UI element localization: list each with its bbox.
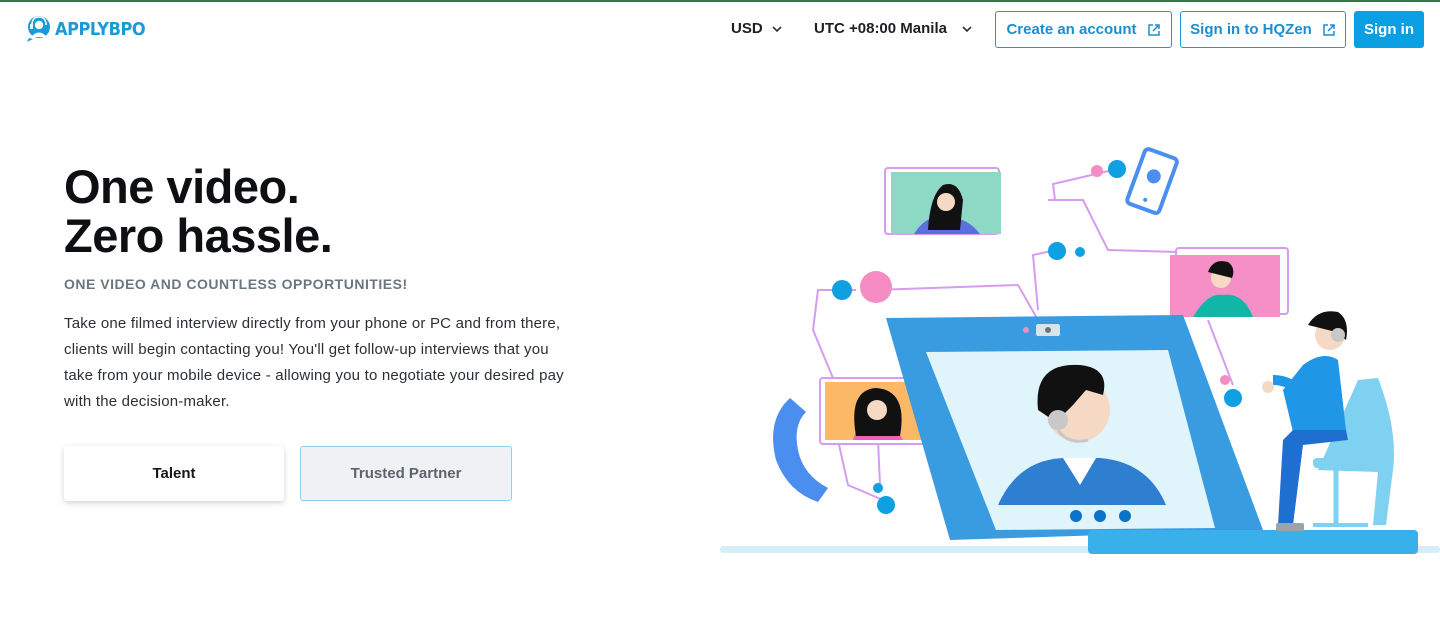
- create-account-label: Create an account: [1006, 21, 1137, 38]
- talent-tab[interactable]: Talent: [64, 446, 284, 501]
- hero-title-line-1: One video.: [64, 160, 300, 213]
- trusted-partner-tab[interactable]: Trusted Partner: [300, 446, 512, 501]
- external-link-icon: [1323, 23, 1335, 36]
- sign-in-hqzen-button[interactable]: Sign in to HQZen: [1180, 11, 1346, 48]
- hero-description: Take one filmed interview directly from …: [64, 315, 564, 410]
- chevron-down-icon: [772, 25, 782, 32]
- headset-person-logo-icon: [27, 16, 50, 42]
- timezone-selector[interactable]: UTC +08:00 Manila: [814, 20, 973, 37]
- applybpo-logo[interactable]: APPLYBPO: [26, 15, 155, 43]
- create-account-button[interactable]: Create an account: [995, 11, 1172, 48]
- external-link-icon: [1147, 23, 1160, 36]
- hero-title-line-2: Zero hassle.: [64, 209, 333, 262]
- sign-in-hqzen-label: Sign in to HQZen: [1190, 21, 1312, 38]
- currency-selector[interactable]: USD: [731, 20, 783, 37]
- chevron-down-icon: [962, 25, 972, 32]
- timezone-value: UTC +08:00 Manila: [814, 20, 947, 37]
- hero-subtitle: ONE VIDEO AND COUNTLESS OPPORTUNITIES!: [64, 276, 408, 292]
- hero-title: One video. Zero hassle.: [64, 160, 333, 262]
- currency-value: USD: [731, 20, 763, 37]
- sign-in-button[interactable]: Sign in: [1354, 11, 1424, 48]
- video-interview-illustration: [720, 147, 1440, 554]
- logo-wordmark: APPLYBPO: [55, 18, 146, 40]
- site-header: APPLYBPO USD UTC +08:00 Manila Create an…: [0, 2, 1440, 58]
